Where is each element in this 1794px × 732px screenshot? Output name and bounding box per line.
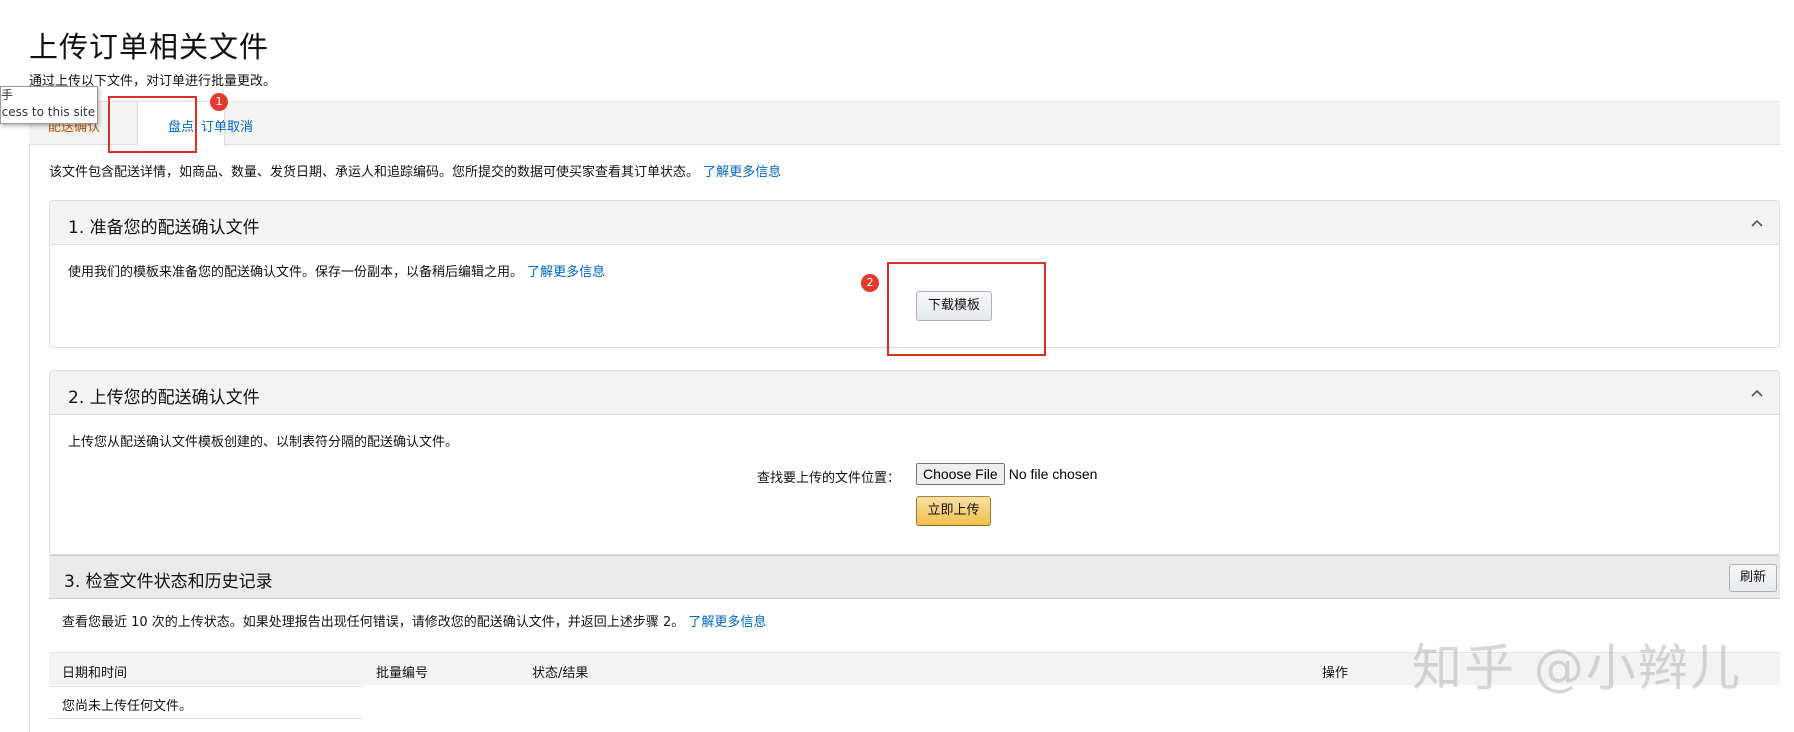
- column-batch-id: 批量编号: [376, 666, 429, 681]
- annotation-badge-1: 1: [210, 93, 228, 111]
- history-empty-row: 您尚未上传任何文件。: [49, 686, 362, 719]
- section-prepare-title: 1. 准备您的配送确认文件: [68, 218, 260, 238]
- annotation-box-1: [108, 96, 197, 153]
- annotation-badge-2: 2: [861, 274, 879, 292]
- tooltip-line-2: ccess to this site: [0, 105, 96, 119]
- section-status-title: 3. 检查文件状态和历史记录: [64, 572, 273, 592]
- section-upload-header[interactable]: 2. 上传您的配送确认文件: [50, 371, 1779, 415]
- section-prepare-learn-more-link[interactable]: 了解更多信息: [527, 265, 605, 280]
- section-upload: 2. 上传您的配送确认文件 上传您从配送确认文件模板创建的、以制表符分隔的配送确…: [49, 370, 1780, 555]
- section-prepare-description: 使用我们的模板来准备您的配送确认文件。保存一份副本，以备稍后编辑之用。: [68, 265, 524, 280]
- left-divider: [29, 96, 30, 732]
- section-prepare-text: 使用我们的模板来准备您的配送确认文件。保存一份副本，以备稍后编辑之用。 了解更多…: [68, 261, 605, 280]
- choose-file-button[interactable]: Choose File: [916, 463, 1005, 485]
- section-status-text: 查看您最近 10 次的上传状态。如果处理报告出现任何错误，请修改您的配送确认文件…: [62, 611, 766, 630]
- page-title: 上传订单相关文件: [29, 30, 270, 64]
- chevron-up-icon[interactable]: [1751, 387, 1763, 399]
- no-file-chosen-label: No file chosen: [1008, 466, 1098, 482]
- chevron-up-icon[interactable]: [1751, 217, 1763, 229]
- tooltip-line-1: 手: [1, 88, 14, 102]
- refresh-button[interactable]: 刷新: [1729, 564, 1777, 592]
- watermark: 知乎 @小辫儿: [1412, 639, 1742, 697]
- file-location-label: 查找要上传的文件位置：: [757, 471, 901, 486]
- tab-order-cancel[interactable]: 订单取消: [201, 116, 253, 135]
- browser-tooltip: 手 ccess to this site: [0, 86, 98, 124]
- section-status-learn-more-link[interactable]: 了解更多信息: [688, 615, 766, 630]
- column-date-time: 日期和时间: [62, 666, 128, 681]
- section-upload-title: 2. 上传您的配送确认文件: [68, 388, 260, 408]
- file-input: Choose File No file chosen: [916, 463, 1097, 485]
- section-upload-description: 上传您从配送确认文件模板创建的、以制表符分隔的配送确认文件。: [68, 435, 459, 450]
- tab-bar: 配送确认 盘点 订单取消: [29, 101, 1780, 146]
- upload-now-button[interactable]: 立即上传: [916, 496, 991, 526]
- section-prepare-header[interactable]: 1. 准备您的配送确认文件: [50, 201, 1779, 245]
- section-status-description: 查看您最近 10 次的上传状态。如果处理报告出现任何错误，请修改您的配送确认文件…: [62, 615, 685, 630]
- intro-text: 该文件包含配送详情，如商品、数量、发货日期、承运人和追踪编码。您所提交的数据可使…: [49, 161, 781, 180]
- column-status-result: 状态/结果: [532, 666, 589, 681]
- annotation-box-2: [887, 262, 1046, 356]
- section-status-header: 3. 检查文件状态和历史记录 刷新: [49, 555, 1780, 599]
- intro-description: 该文件包含配送详情，如商品、数量、发货日期、承运人和追踪编码。您所提交的数据可使…: [49, 165, 700, 180]
- intro-learn-more-link[interactable]: 了解更多信息: [703, 165, 781, 180]
- column-action: 操作: [1322, 666, 1349, 681]
